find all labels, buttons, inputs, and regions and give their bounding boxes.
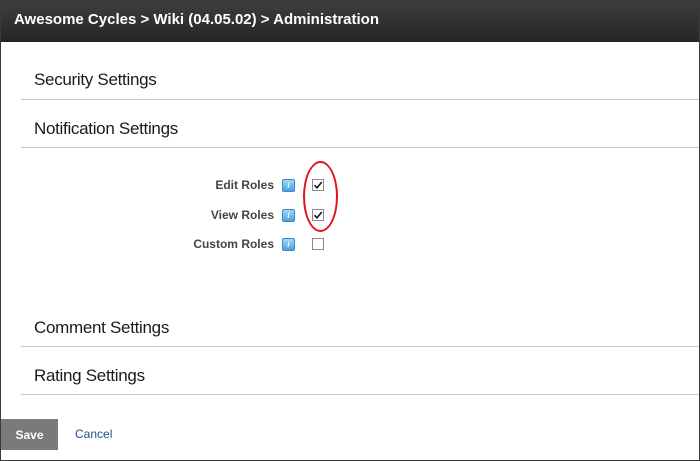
comment-settings-title[interactable]: Comment Settings bbox=[34, 318, 169, 338]
save-button[interactable]: Save bbox=[1, 419, 58, 450]
custom-roles-label: Custom Roles bbox=[193, 237, 274, 251]
view-roles-row: View Roles i bbox=[1, 206, 699, 226]
notification-settings-section[interactable]: Notification Settings bbox=[21, 100, 699, 148]
rating-settings-title[interactable]: Rating Settings bbox=[34, 366, 145, 386]
info-icon[interactable]: i bbox=[282, 238, 295, 251]
info-icon[interactable]: i bbox=[282, 179, 295, 192]
info-icon[interactable]: i bbox=[282, 209, 295, 222]
view-roles-label: View Roles bbox=[210, 208, 274, 222]
admin-window: Awesome Cycles > Wiki (04.05.02) > Admin… bbox=[0, 0, 700, 461]
custom-roles-row: Custom Roles i bbox=[1, 235, 699, 255]
cancel-link[interactable]: Cancel bbox=[75, 427, 112, 441]
notification-settings-title[interactable]: Notification Settings bbox=[34, 119, 178, 139]
custom-roles-checkbox[interactable] bbox=[312, 238, 324, 250]
edit-roles-label: Edit Roles bbox=[215, 178, 274, 192]
breadcrumb: Awesome Cycles > Wiki (04.05.02) > Admin… bbox=[1, 1, 699, 42]
highlight-annotation bbox=[303, 161, 338, 232]
comment-settings-section[interactable]: Comment Settings bbox=[21, 298, 699, 347]
security-settings-title[interactable]: Security Settings bbox=[34, 70, 157, 90]
edit-roles-row: Edit Roles i bbox=[1, 176, 699, 196]
rating-settings-section[interactable]: Rating Settings bbox=[21, 347, 699, 395]
security-settings-section[interactable]: Security Settings bbox=[21, 43, 699, 100]
